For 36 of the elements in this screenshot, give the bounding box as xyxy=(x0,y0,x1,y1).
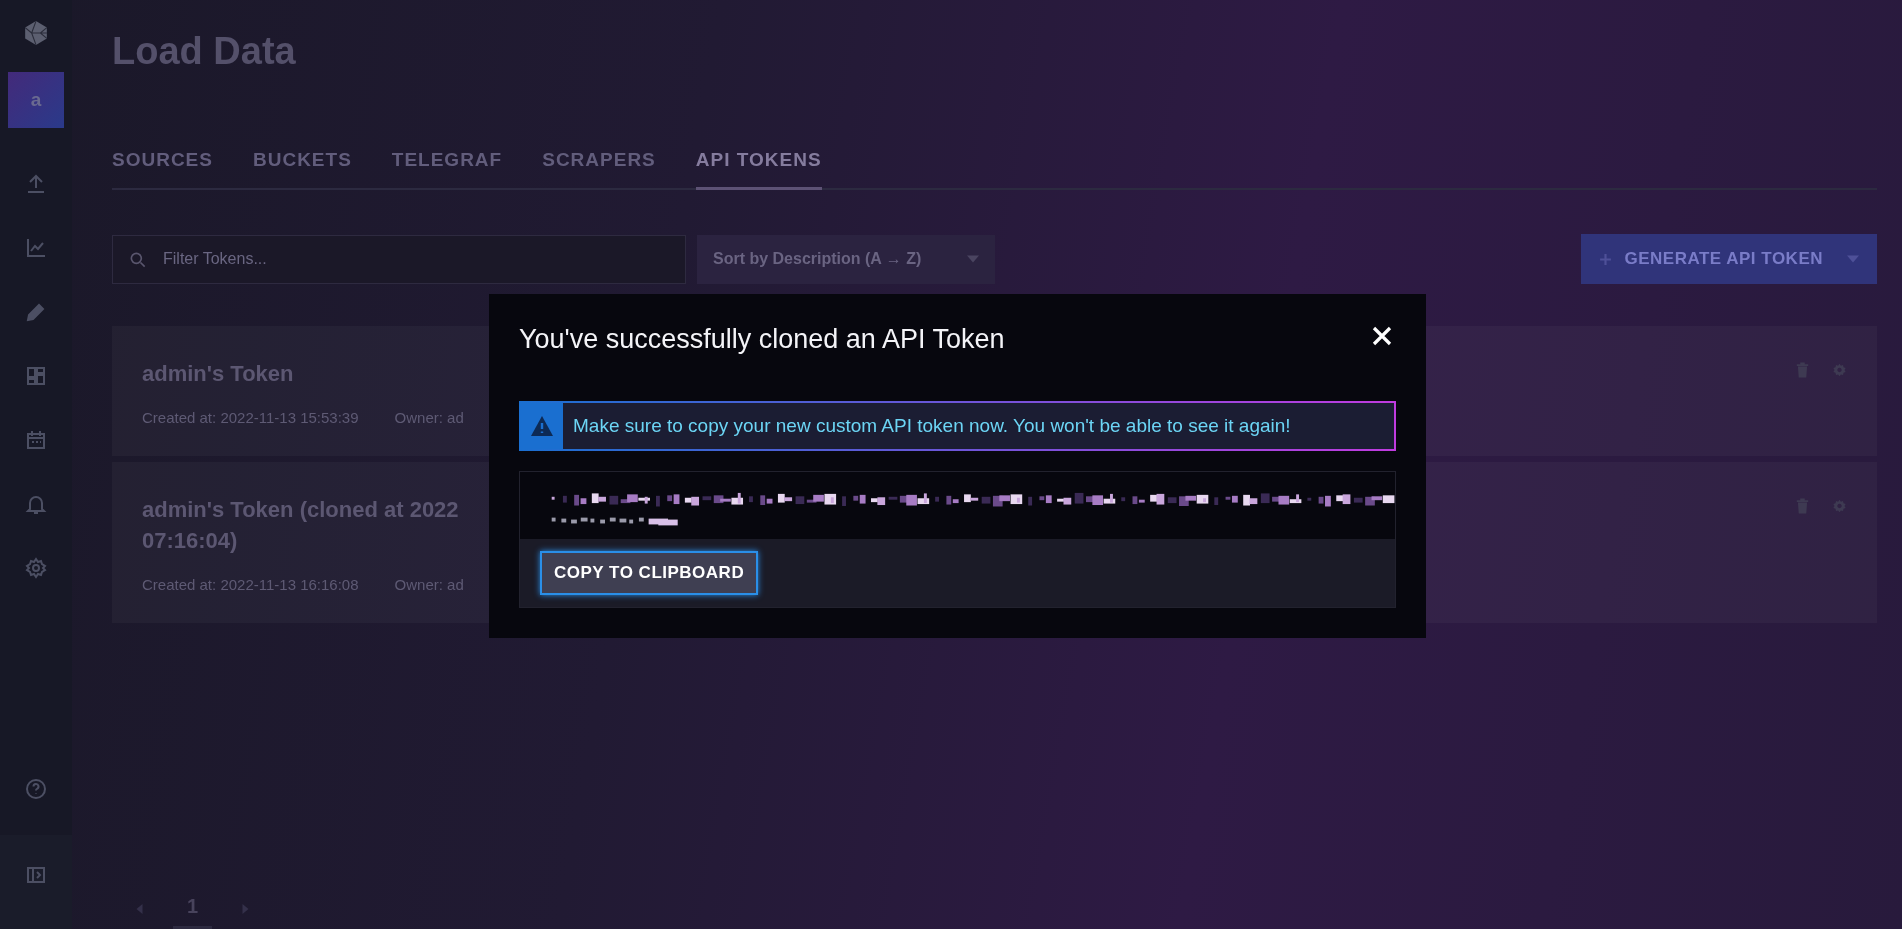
copy-button[interactable]: COPY TO CLIPBOARD xyxy=(540,551,759,595)
sort-dropdown[interactable]: Sort by Description (A → Z) xyxy=(697,234,995,284)
tab[interactable]: TELEGRAF xyxy=(391,149,503,190)
tab[interactable]: API TOKENS xyxy=(695,149,822,190)
settings-icon[interactable] xyxy=(24,556,48,580)
created-date: Created at: 2022-11-13 16:16:08 xyxy=(142,576,359,593)
previous-page-icon[interactable] xyxy=(136,904,143,914)
token-name[interactable]: admin's Token xyxy=(142,358,464,389)
created-date: Created at: 2022-11-13 15:53:39 xyxy=(142,409,359,426)
filter-field[interactable]: Filter Tokens... xyxy=(112,234,686,284)
trash-icon[interactable] xyxy=(1795,498,1810,514)
caret-icon xyxy=(1847,255,1859,263)
dialog-title: You've successfully cloned an API Token xyxy=(519,324,1005,355)
dashboard-icon[interactable] xyxy=(24,364,48,388)
help-icon[interactable] xyxy=(24,777,48,801)
token-name[interactable]: admin's Token (cloned at 2022 07:16:04) xyxy=(142,494,464,556)
warning-icon xyxy=(530,415,554,437)
tab[interactable]: SOURCES xyxy=(112,149,213,190)
page-title: Load Data xyxy=(112,30,297,73)
close-icon[interactable] xyxy=(1372,325,1392,346)
warning-text: Make sure to copy your new custom API token now. You won't be able to see it again! xyxy=(572,414,1292,438)
tab[interactable]: SCRAPERS xyxy=(542,149,656,190)
next-page-icon[interactable] xyxy=(242,904,250,914)
tab[interactable]: BUCKETS xyxy=(252,149,352,190)
chart-icon[interactable] xyxy=(24,236,48,260)
settings-icon[interactable] xyxy=(1832,362,1847,378)
owner-label: Owner: ad xyxy=(394,576,464,593)
settings-icon[interactable] xyxy=(1832,498,1847,514)
owner-label: Owner: ad xyxy=(394,409,464,426)
calendar-icon[interactable] xyxy=(24,428,48,452)
caret-icon xyxy=(967,255,979,263)
logo-icon[interactable] xyxy=(23,20,49,46)
trash-icon[interactable] xyxy=(1795,362,1810,378)
generate-token-button[interactable]: GENERATE API TOKEN xyxy=(1581,234,1877,284)
plus-icon xyxy=(1599,252,1613,266)
avatar[interactable]: a xyxy=(8,72,64,128)
